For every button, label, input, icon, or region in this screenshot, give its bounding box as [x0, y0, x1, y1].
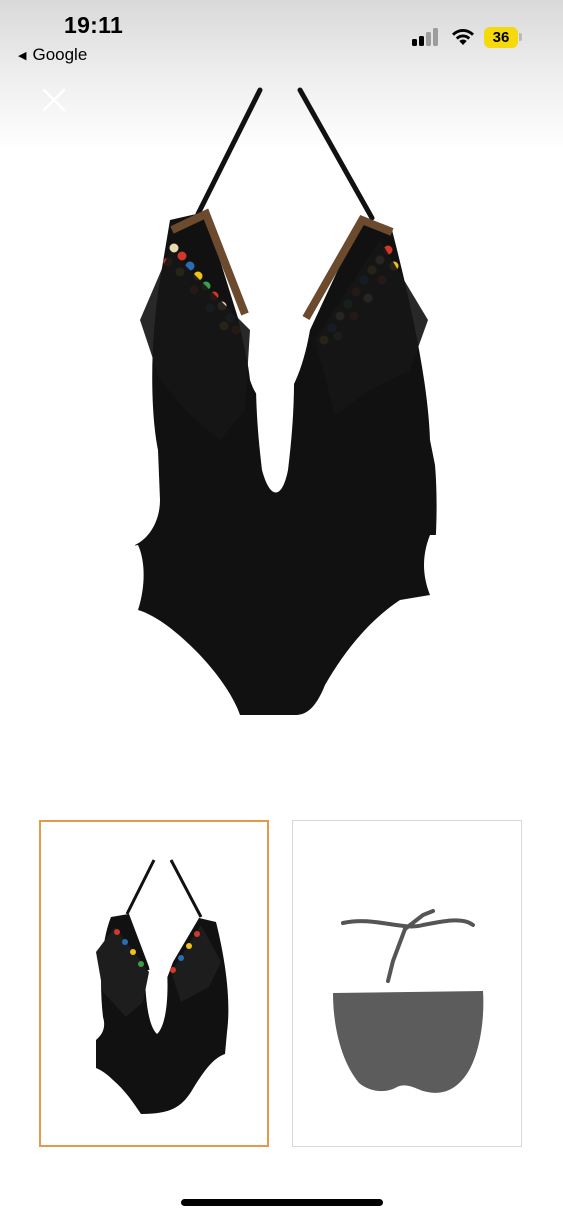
thumbnail-bikini-bottom-image — [333, 909, 484, 1093]
back-link-label: Google — [32, 45, 88, 64]
home-indicator[interactable] — [181, 1199, 383, 1206]
wifi-icon — [452, 29, 474, 45]
thumbnail-swimsuit-image — [96, 859, 229, 1114]
battery-cap — [519, 33, 522, 41]
cellular-signal-icon — [412, 28, 438, 46]
close-icon[interactable] — [38, 84, 70, 116]
thumbnail-swimsuit[interactable] — [39, 820, 269, 1147]
battery-level: 36 — [484, 26, 518, 48]
thumbnail-bikini-bottom[interactable] — [292, 820, 522, 1147]
main-product-image — [110, 87, 455, 715]
back-to-google-link[interactable]: ◀ Google — [18, 45, 87, 65]
status-bar: 19:11 ◀ Google 36 — [0, 0, 563, 70]
back-triangle-icon: ◀ — [18, 49, 27, 62]
status-time: 19:11 — [64, 12, 124, 38]
battery-indicator: 36 — [484, 26, 522, 48]
